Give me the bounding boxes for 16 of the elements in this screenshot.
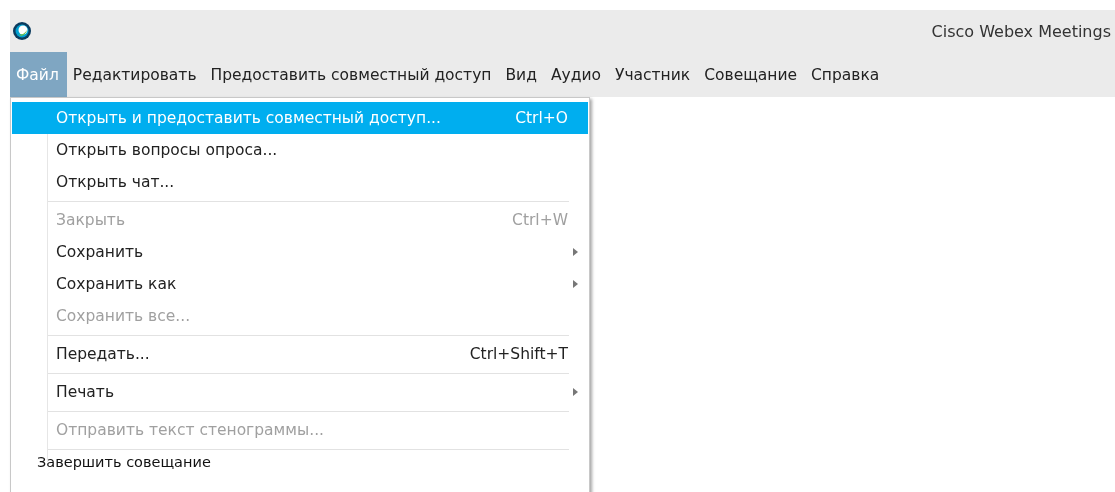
menu-bar-item[interactable]: Аудио <box>544 52 609 97</box>
menu-bar-item[interactable]: Вид <box>499 52 545 97</box>
menu-item[interactable]: Печать <box>12 376 588 408</box>
menu-bar-item[interactable]: Совещание <box>698 52 805 97</box>
menu-bar-item[interactable]: Справка <box>805 52 888 97</box>
window-title: Cisco Webex Meetings <box>931 21 1111 41</box>
menu-bar-item[interactable]: Редактировать <box>66 52 205 97</box>
menu-bar-item[interactable]: Предоставить совместный доступ <box>204 52 500 97</box>
menu-item[interactable]: Открыть чат... <box>12 166 588 198</box>
menu-item[interactable]: Открыть вопросы опроса... <box>12 134 588 166</box>
menu-item[interactable]: Передать... Ctrl+Shift+T <box>12 338 588 370</box>
app-logo-icon <box>12 21 32 41</box>
menu-item[interactable]: Сохранить как <box>12 268 588 300</box>
menu-item[interactable]: Сохранить <box>12 236 588 268</box>
menu-bar-item[interactable]: Участник <box>608 52 699 97</box>
menu-item[interactable]: Завершить совещание <box>11 452 589 470</box>
